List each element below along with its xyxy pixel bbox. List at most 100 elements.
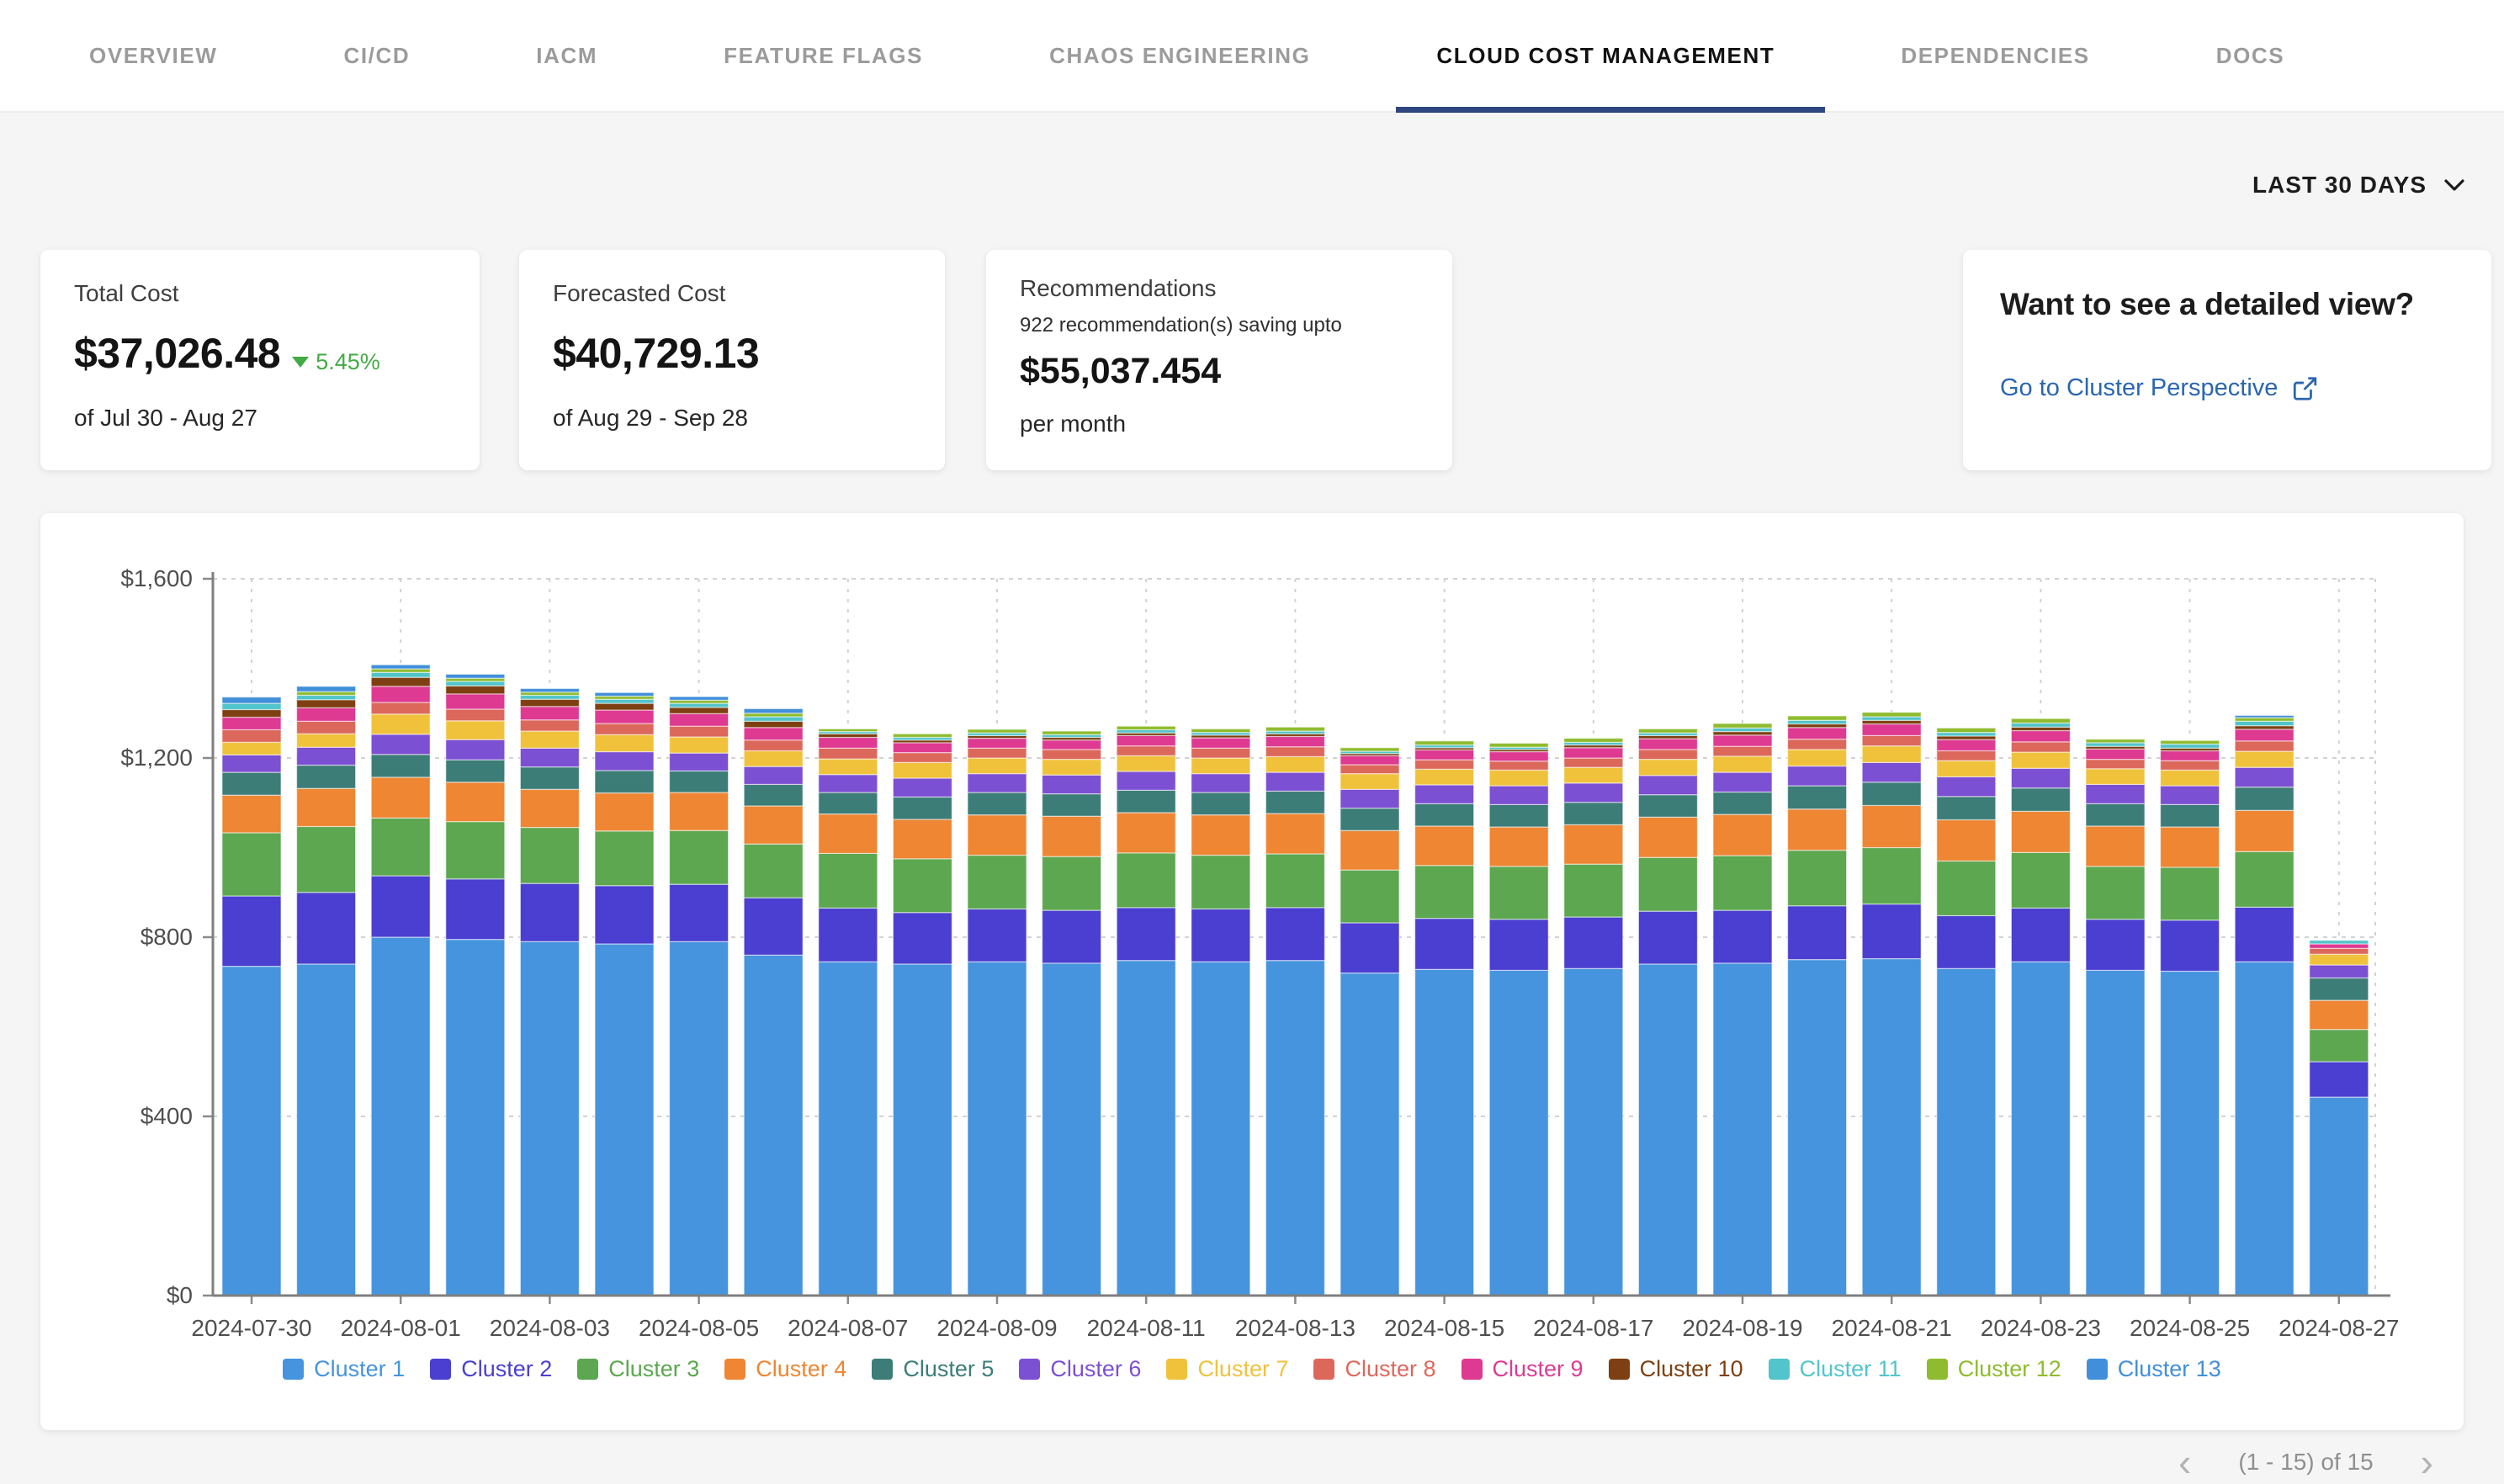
bar-2024-08-22[interactable] [1937, 728, 1996, 1296]
legend-label: Cluster 7 [1197, 1356, 1288, 1382]
legend-swatch-icon [724, 1359, 745, 1380]
bar-2024-08-14[interactable] [1340, 748, 1399, 1296]
pagination-label: (1 - 15) of 15 [2238, 1449, 2373, 1476]
bar-2024-08-07[interactable] [819, 729, 878, 1296]
legend-swatch-icon [1166, 1359, 1187, 1380]
total-cost-value: $37,026.48 [74, 329, 280, 378]
legend-cluster-1[interactable]: Cluster 1 [283, 1356, 405, 1382]
module-tab-bar: OVERVIEW CI/CD IACM FEATURE FLAGS CHAOS ENGI… [0, 0, 2504, 113]
legend-cluster-5[interactable]: Cluster 5 [872, 1356, 994, 1382]
svg-text:$0: $0 [167, 1282, 193, 1308]
time-range-dropdown[interactable]: LAST 30 DAYS [2252, 165, 2465, 205]
bar-2024-08-15[interactable] [1415, 741, 1474, 1296]
bar-2024-08-08[interactable] [893, 734, 952, 1296]
legend-label: Cluster 11 [1800, 1356, 1902, 1382]
legend-label: Cluster 8 [1345, 1356, 1435, 1382]
total-cost-card: Total Cost $37,026.48 5.45% of Jul 30 - … [40, 250, 480, 470]
external-link-icon [2291, 375, 2318, 402]
tab-feature-flags[interactable]: FEATURE FLAGS [715, 0, 931, 111]
bar-2024-08-06[interactable] [744, 708, 803, 1296]
tab-iacm[interactable]: IACM [528, 0, 606, 111]
bar-2024-08-12[interactable] [1191, 729, 1250, 1296]
legend-label: Cluster 3 [608, 1356, 699, 1382]
bar-2024-08-17[interactable] [1564, 739, 1623, 1296]
legend-cluster-7[interactable]: Cluster 7 [1166, 1356, 1288, 1382]
bar-2024-07-30[interactable] [222, 697, 281, 1296]
legend-swatch-icon [2087, 1359, 2108, 1380]
legend-swatch-icon [1019, 1359, 1040, 1380]
legend-cluster-9[interactable]: Cluster 9 [1462, 1356, 1584, 1382]
svg-text:2024-08-09: 2024-08-09 [936, 1315, 1057, 1341]
page-prev-icon[interactable]: ‹ [2178, 1445, 2191, 1479]
cluster-perspective-link[interactable]: Go to Cluster Perspective [2000, 374, 2454, 402]
total-cost-title: Total Cost [74, 280, 446, 307]
svg-text:2024-08-25: 2024-08-25 [2130, 1315, 2250, 1341]
svg-text:2024-08-07: 2024-08-07 [788, 1315, 908, 1341]
legend-label: Cluster 9 [1493, 1356, 1584, 1382]
tab-docs[interactable]: DOCS [2208, 0, 2294, 111]
legend-cluster-8[interactable]: Cluster 8 [1313, 1356, 1435, 1382]
bar-2024-08-24[interactable] [2086, 739, 2145, 1296]
bar-2024-07-31[interactable] [297, 686, 356, 1296]
bar-2024-08-23[interactable] [2011, 718, 2070, 1296]
legend-cluster-4[interactable]: Cluster 4 [724, 1356, 846, 1382]
bar-2024-08-04[interactable] [595, 692, 654, 1296]
tab-chaos-engineering[interactable]: CHAOS ENGINEERING [1041, 0, 1318, 111]
legend-label: Cluster 1 [314, 1356, 405, 1382]
legend-swatch-icon [1313, 1359, 1334, 1380]
bar-2024-08-19[interactable] [1713, 723, 1772, 1296]
chart-legend: Cluster 1 Cluster 2 Cluster 3 Cluster 4 Clus… [40, 1356, 2464, 1382]
svg-text:2024-08-11: 2024-08-11 [1087, 1315, 1206, 1341]
svg-text:2024-08-23: 2024-08-23 [1981, 1315, 2101, 1341]
page-next-icon[interactable]: › [2421, 1445, 2433, 1479]
legend-cluster-2[interactable]: Cluster 2 [430, 1356, 552, 1382]
forecasted-cost-title: Forecasted Cost [553, 280, 911, 307]
bar-2024-08-02[interactable] [446, 674, 505, 1296]
legend-cluster-6[interactable]: Cluster 6 [1019, 1356, 1141, 1382]
legend-cluster-13[interactable]: Cluster 13 [2087, 1356, 2221, 1382]
bar-2024-08-09[interactable] [968, 729, 1027, 1296]
legend-cluster-11[interactable]: Cluster 11 [1769, 1356, 1902, 1382]
pagination: ‹ (1 - 15) of 15 › [2178, 1440, 2433, 1484]
y-axis-labels: $0$400$800$1,200$1,600 [120, 565, 193, 1308]
legend-cluster-10[interactable]: Cluster 10 [1609, 1356, 1743, 1382]
recommendations-value: $55,037.454 [1020, 351, 1419, 392]
bar-2024-08-21[interactable] [1862, 713, 1921, 1296]
cluster-perspective-link-label: Go to Cluster Perspective [2000, 374, 2278, 402]
legend-label: Cluster 10 [1640, 1356, 1743, 1382]
tab-dependencies[interactable]: DEPENDENCIES [1892, 0, 2098, 111]
svg-text:2024-08-15: 2024-08-15 [1384, 1315, 1504, 1341]
bar-2024-08-16[interactable] [1489, 743, 1548, 1296]
svg-text:$1,600: $1,600 [120, 565, 193, 591]
cluster-cost-chart-card: $0$400$800$1,200$1,6002024-07-302024-08-… [40, 513, 2464, 1430]
tab-ci-cd[interactable]: CI/CD [335, 0, 418, 111]
legend-swatch-icon [1927, 1359, 1948, 1380]
bar-2024-08-05[interactable] [670, 697, 729, 1296]
bar-2024-08-20[interactable] [1788, 716, 1847, 1296]
bar-2024-08-26[interactable] [2235, 715, 2294, 1296]
recommendations-suffix: per month [1020, 411, 1419, 437]
bar-2024-08-10[interactable] [1042, 731, 1101, 1296]
legend-cluster-12[interactable]: Cluster 12 [1927, 1356, 2061, 1382]
bar-2024-08-01[interactable] [371, 665, 430, 1296]
legend-swatch-icon [577, 1359, 598, 1380]
bar-2024-08-03[interactable] [520, 688, 579, 1296]
bar-2024-08-11[interactable] [1117, 726, 1175, 1296]
legend-swatch-icon [430, 1359, 451, 1380]
svg-text:2024-08-05: 2024-08-05 [639, 1315, 759, 1341]
svg-text:2024-08-13: 2024-08-13 [1235, 1315, 1355, 1341]
svg-text:2024-08-21: 2024-08-21 [1832, 1315, 1952, 1341]
chevron-down-icon [2443, 178, 2465, 193]
tab-overview[interactable]: OVERVIEW [81, 0, 225, 111]
svg-text:2024-07-30: 2024-07-30 [191, 1315, 311, 1341]
bar-2024-08-25[interactable] [2161, 740, 2220, 1296]
bar-2024-08-27[interactable] [2310, 941, 2369, 1296]
tab-cloud-cost-management[interactable]: CLOUD COST MANAGEMENT [1428, 0, 1783, 111]
bar-2024-08-13[interactable] [1265, 727, 1324, 1296]
bar-2024-08-18[interactable] [1638, 729, 1697, 1296]
total-cost-delta: 5.45% [292, 349, 380, 375]
svg-text:2024-08-03: 2024-08-03 [490, 1315, 610, 1341]
recommendations-card: Recommendations 922 recommendation(s) sa… [986, 250, 1452, 470]
svg-text:$1,200: $1,200 [120, 745, 193, 771]
legend-cluster-3[interactable]: Cluster 3 [577, 1356, 699, 1382]
